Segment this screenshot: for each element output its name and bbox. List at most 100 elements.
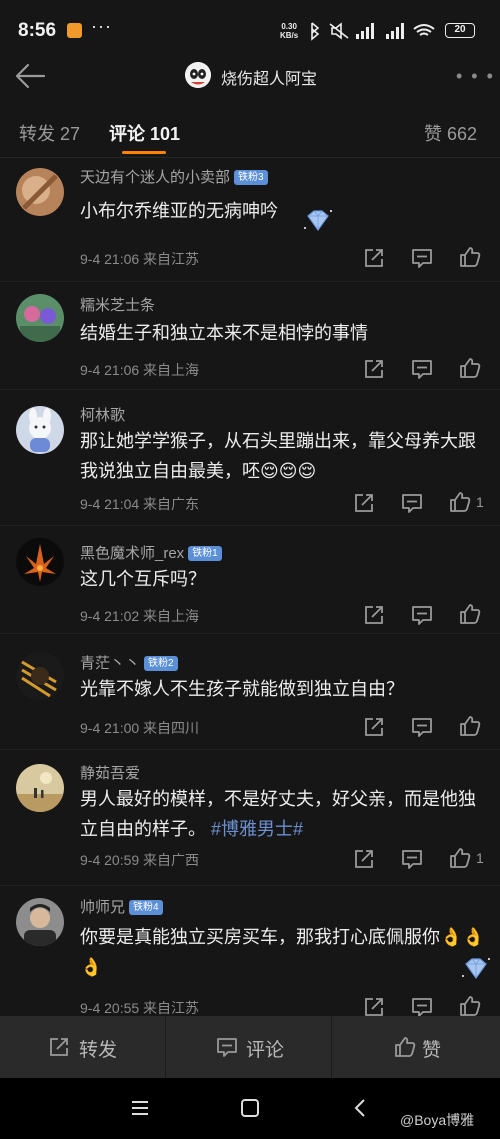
diamond-sticker-icon [300,206,336,236]
fan-badge: 铁粉3 [234,170,268,185]
comment-item: 青茫丶丶 铁粉2 光靠不嫁人不生孩子就能做到独立自由？ 9-4 21:00 来自四… [0,634,500,750]
comment-meta: 9-4 20:55 来自江苏 [80,1000,200,1016]
comment-text: 男人最好的模样，不是好丈夫，好父亲，而是他独立自由的样子。 #博雅男士# [80,789,476,839]
comment-text: 那让她学学猴子，从石头里蹦出来，靠父母养大跟我说独立自由最美，呸😌😌😌 [80,431,476,481]
network-speed: 0.30 KB/s [280,22,299,40]
comment-author[interactable]: 糯米芝士条 [80,294,155,315]
comment-label: 评论 [246,1040,285,1061]
bottom-action-bar: 转发 评论 赞 [0,1016,500,1078]
reply-icon[interactable] [411,247,433,269]
like-count: 1 [476,494,484,510]
share-icon[interactable] [353,848,375,870]
comment-author[interactable]: 天边有个迷人的小卖部 铁粉3 [80,166,268,187]
author-name[interactable]: 烧伤超人阿宝 [221,65,317,89]
like-icon[interactable] [459,995,481,1017]
wifi-icon [413,24,435,36]
comment-author[interactable]: 帅师兄 铁粉4 [80,896,163,917]
like-icon[interactable] [449,491,471,513]
reply-icon[interactable] [401,848,423,870]
app-notification-icon [67,23,82,38]
comment-text: 这几个互斥吗？ [80,569,206,589]
comment-item: 帅师兄 铁粉4 你要是真能独立买房买车，那我打心底佩服你👌👌👌 9-4 20:55… [0,886,500,1016]
share-icon[interactable] [363,716,385,738]
comment-author[interactable]: 柯林歌 [80,404,125,425]
like-icon[interactable] [459,246,481,268]
comment-meta: 9-4 20:59 来自广西 [80,852,200,868]
author-avatar[interactable] [185,62,211,88]
more-notifications-icon: ··· [91,16,112,36]
like-button[interactable]: 赞 [332,1016,500,1078]
share-icon[interactable] [353,492,375,514]
share-icon[interactable] [363,358,385,380]
comment-item: 柯林歌 那让她学学猴子，从石头里蹦出来，靠父母养大跟我说独立自由最美，呸😌😌😌 … [0,390,500,526]
signal-icon [356,23,374,39]
comment-author[interactable]: 青茫丶丶 铁粉2 [80,652,178,673]
avatar[interactable] [16,168,64,216]
status-bar: 8:56 ··· 0.30 KB/s 20 [0,0,500,62]
diamond-sticker-icon [458,954,494,984]
comment-meta: 9-4 21:02 来自上海 [80,608,200,624]
active-tab-indicator [122,151,166,154]
repost-button[interactable]: 转发 [0,1016,166,1078]
fan-badge: 铁粉1 [188,546,222,561]
home-icon[interactable] [240,1098,260,1118]
top-nav: 烧伤超人阿宝 • • • [0,62,500,100]
fan-badge: 铁粉2 [144,656,178,671]
topic-link[interactable]: #博雅男士# [211,819,303,839]
more-options-icon[interactable]: • • • [456,66,495,87]
comment-meta: 9-4 21:06 来自江苏 [80,251,200,267]
reply-icon[interactable] [411,358,433,380]
like-icon[interactable] [459,715,481,737]
avatar[interactable] [16,538,64,586]
comment-meta: 9-4 21:00 来自四川 [80,720,200,736]
like-label: 赞 [422,1040,442,1061]
status-time: 8:56 [18,20,57,41]
bluetooth-icon [311,22,320,41]
avatar[interactable] [16,406,64,454]
share-icon[interactable] [363,604,385,626]
battery-indicator: 20 [445,23,475,38]
reply-icon[interactable] [411,996,433,1018]
comment-author[interactable]: 静茹吾爱 [80,762,140,783]
avatar[interactable] [16,294,64,342]
comment-item: 静茹吾爱 男人最好的模样，不是好丈夫，好父亲，而是他独立自由的样子。 #博雅男士… [0,750,500,886]
like-icon[interactable] [449,847,471,869]
reply-icon[interactable] [411,604,433,626]
comment-meta: 9-4 21:04 来自广东 [80,496,200,512]
repost-icon [48,1036,70,1058]
tab-comments[interactable]: 评论 101 [109,120,180,146]
signal-icon-2 [386,23,404,39]
comment-text: 你要是真能独立买房买车，那我打心底佩服你👌👌👌 [80,927,485,977]
comment-icon [216,1036,238,1058]
comment-button[interactable]: 评论 [166,1016,332,1078]
fan-badge: 铁粉4 [129,900,163,915]
avatar[interactable] [16,652,64,700]
like-count: 1 [476,850,484,866]
comment-item: 天边有个迷人的小卖部 铁粉3 小布尔乔维亚的无病呻吟 9-4 21:06 来自江苏 [0,158,500,282]
tab-likes[interactable]: 赞 662 [424,120,477,146]
share-icon[interactable] [363,247,385,269]
mute-icon [329,22,349,40]
tab-repost[interactable]: 转发 27 [19,120,80,146]
like-icon [394,1036,416,1058]
back-icon[interactable] [352,1098,368,1118]
reply-icon[interactable] [411,716,433,738]
menu-icon[interactable] [130,1098,150,1118]
comment-author[interactable]: 黑色魔术师_rex 铁粉1 [80,542,222,563]
watermark: @Boya博雅 [400,1112,475,1128]
like-icon[interactable] [459,603,481,625]
share-icon[interactable] [363,996,385,1018]
comment-item: 黑色魔术师_rex 铁粉1 这几个互斥吗？ 9-4 21:02 来自上海 [0,526,500,634]
comment-text: 光靠不嫁人不生孩子就能做到独立自由？ [80,679,404,699]
comment-text: 小布尔乔维亚的无病呻吟 [80,201,278,221]
avatar[interactable] [16,898,64,946]
avatar[interactable] [16,764,64,812]
comment-item: 糯米芝士条 结婚生子和独立本来不是相悖的事情 9-4 21:06 来自上海 [0,282,500,390]
comment-meta: 9-4 21:06 来自上海 [80,362,200,378]
repost-label: 转发 [79,1040,118,1061]
tab-bar: 转发 27 评论 101 赞 662 [0,100,500,158]
back-arrow-icon[interactable] [14,62,46,90]
comment-text: 结婚生子和独立本来不是相悖的事情 [80,323,368,343]
like-icon[interactable] [459,357,481,379]
reply-icon[interactable] [401,492,423,514]
